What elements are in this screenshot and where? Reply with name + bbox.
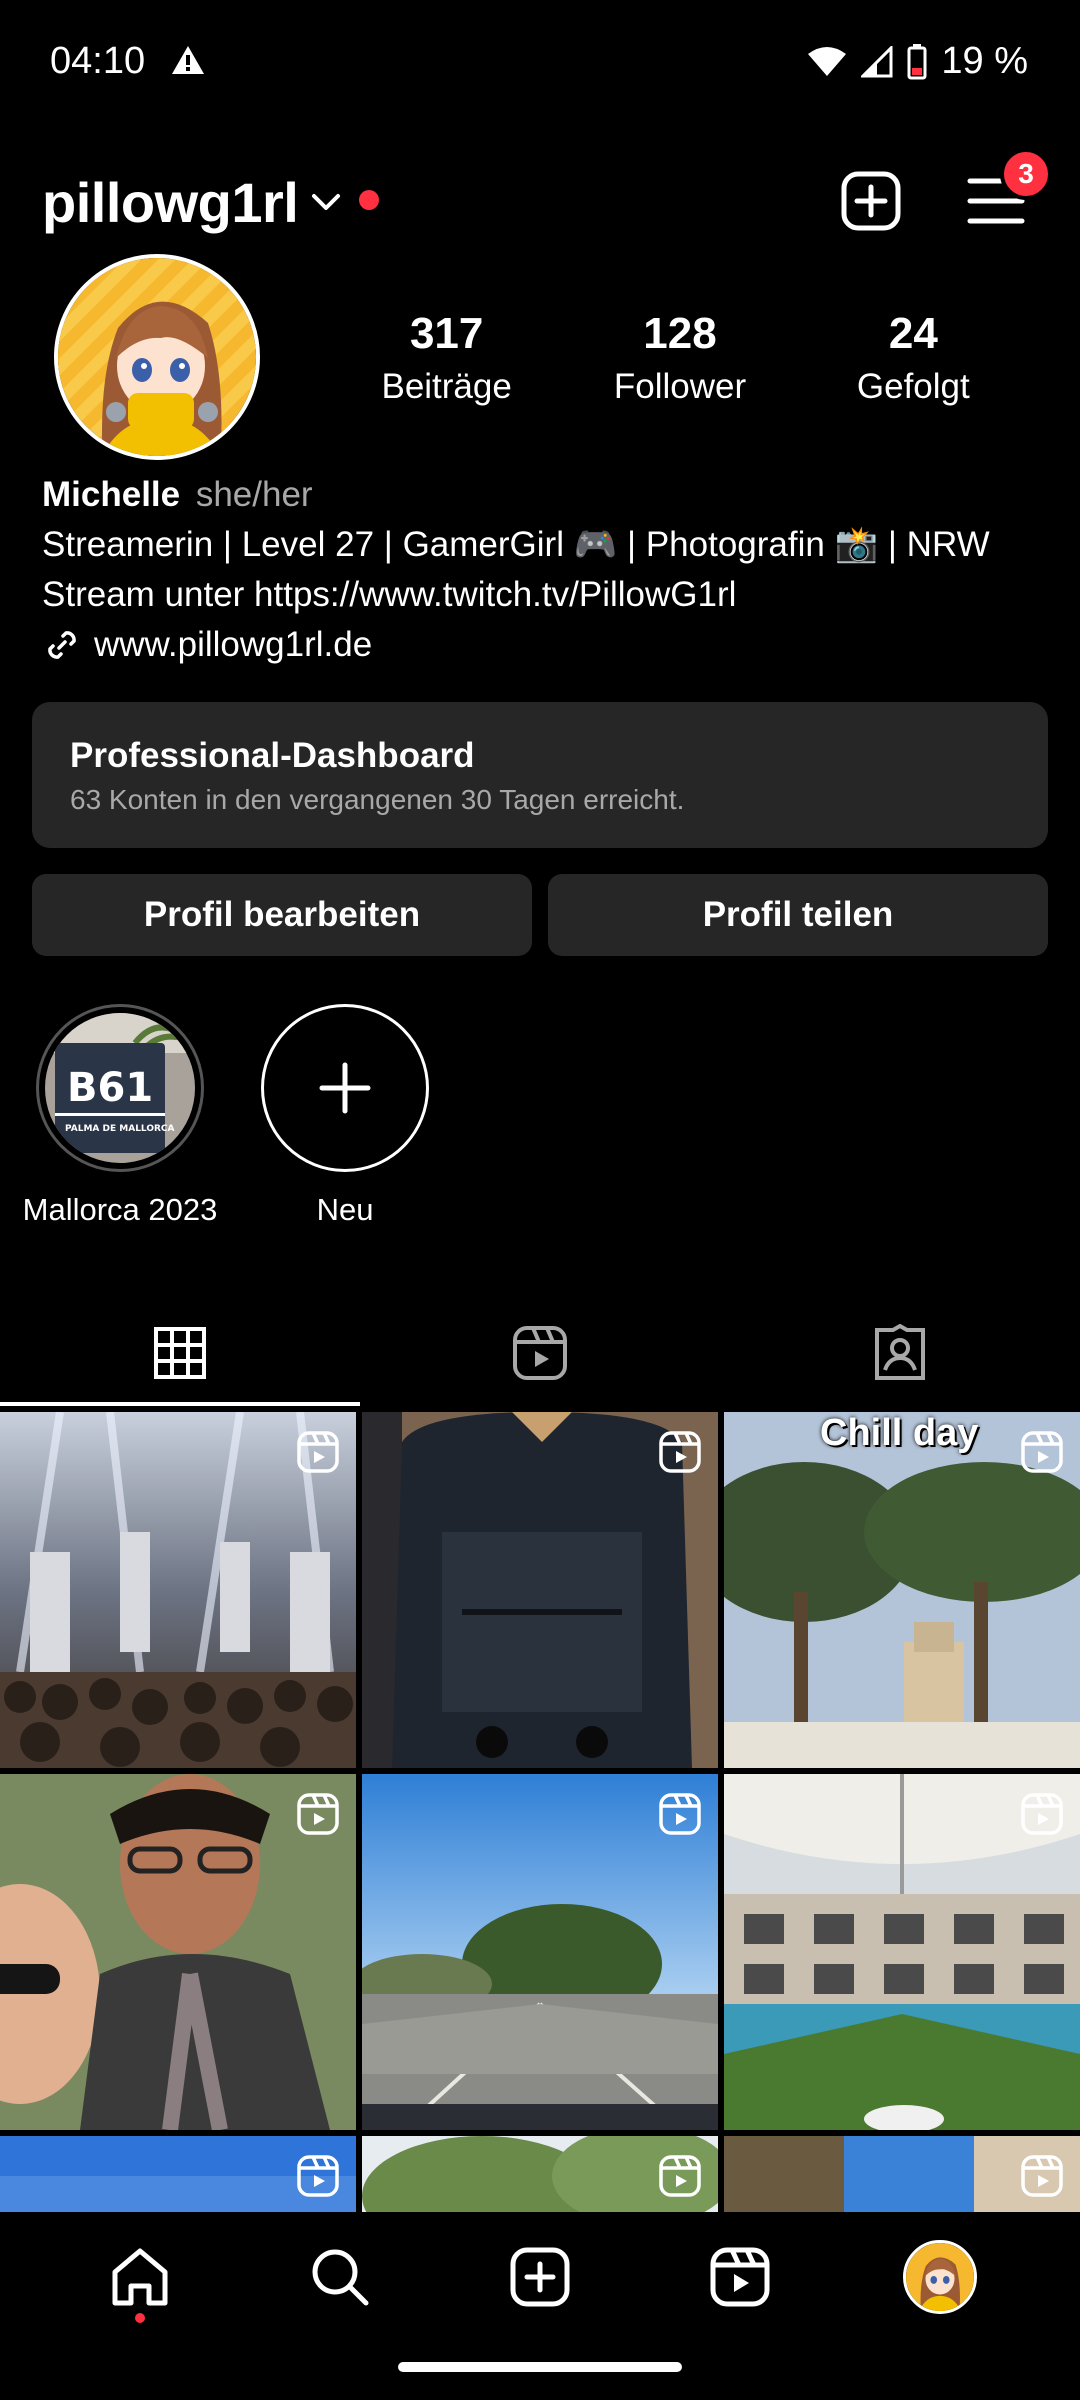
gesture-home-bar[interactable] [398,2362,682,2372]
reel-badge-icon [296,2154,340,2198]
reel-badge-icon [296,1430,340,1474]
bio-line-2[interactable]: Stream unter https://www.twitch.tv/Pillo… [42,570,1052,620]
create-button[interactable] [840,170,902,232]
reels-icon [511,1324,569,1382]
signal-icon [861,45,893,78]
highlight-mallorca[interactable]: B61 PALMA DE MALLORCA Mallorca 2023 [20,1004,220,1228]
reel-badge-icon [658,2154,702,2198]
wifi-icon [807,46,847,78]
battery-percent: 19 % [941,40,1028,82]
tab-posts[interactable] [0,1300,360,1406]
highlight-cover: B61 PALMA DE MALLORCA [36,1004,204,1172]
grid-post[interactable] [724,2136,1080,2212]
post-overlay-text: Chill day [820,1412,979,1454]
display-name: Michelle [42,475,181,514]
grid-icon [153,1326,207,1380]
nav-profile[interactable] [880,2227,1000,2327]
menu-badge: 3 [1000,148,1052,200]
reels-icon [709,2246,771,2308]
create-icon [509,2246,571,2308]
tab-reels[interactable] [360,1300,720,1406]
profile-avatar[interactable] [54,254,260,460]
status-bar: 04:10 19 % [0,0,1080,128]
search-icon [309,2246,371,2308]
profile-tabs [0,1300,1080,1406]
posts-grid: Chill day [0,1412,1080,2212]
grid-post[interactable] [362,1412,718,1768]
profile-actions: Profil bearbeiten Profil teilen [32,874,1048,956]
stat-following-label: Gefolgt [856,367,970,406]
profile-link[interactable]: www.pillowg1rl.de [42,620,1052,670]
home-icon [109,2246,171,2308]
bio-name-row: Michelle she/her [42,470,1052,520]
grid-post[interactable] [0,1412,356,1768]
grid-post[interactable] [362,2136,718,2212]
pronouns: she/her [195,475,313,514]
share-profile-button[interactable]: Profil teilen [548,874,1048,956]
warning-icon [170,44,206,76]
dashboard-title: Professional-Dashboard [70,736,475,775]
highlight-label: Neu [316,1192,374,1227]
profile-link-text: www.pillowg1rl.de [94,625,373,664]
nav-home[interactable] [80,2227,200,2327]
stat-posts[interactable]: 317 Beiträge [330,306,563,412]
tab-tagged[interactable] [720,1300,1080,1406]
highlight-label: Mallorca 2023 [22,1192,218,1227]
grid-post[interactable] [724,1774,1080,2130]
bio-line-1: Streamerin | Level 27 | GamerGirl 🎮 | Ph… [42,525,990,564]
plus-icon [261,1004,429,1172]
grid-post[interactable]: Chill day [724,1412,1080,1768]
reel-badge-icon [1020,1430,1064,1474]
new-highlight-button[interactable]: Neu [245,1004,445,1228]
grid-post[interactable] [362,1774,718,2130]
home-notification-dot [135,2313,145,2323]
profile-stats: 317 Beiträge 128 Follower 24 Gefolgt [330,306,1030,412]
username-switcher[interactable]: pillowg1rl [42,170,299,235]
profile-avatar [903,2240,977,2314]
reel-badge-icon [1020,1792,1064,1836]
status-icons: 19 % [807,40,1028,83]
stat-following-count: 24 [888,309,938,358]
dashboard-subtitle: 63 Konten in den vergangenen 30 Tagen er… [70,784,685,815]
link-icon [42,625,82,665]
stat-following[interactable]: 24 Gefolgt [797,306,1030,412]
notification-dot [359,190,379,210]
tagged-icon [871,1324,929,1382]
highlight-sign-caption: PALMA DE MALLORCA [65,1124,175,1134]
chevron-down-icon[interactable] [310,192,342,214]
edit-profile-button[interactable]: Profil bearbeiten [32,874,532,956]
nav-create[interactable] [480,2227,600,2327]
stat-followers[interactable]: 128 Follower [563,306,796,412]
grid-post[interactable] [0,1774,356,2130]
professional-dashboard[interactable]: Professional-Dashboard 63 Konten in den … [32,702,1048,848]
bottom-navigation [0,2212,1080,2342]
battery-icon [907,43,927,80]
reel-badge-icon [1020,2154,1064,2198]
status-time: 04:10 [50,40,146,82]
reel-badge-icon [296,1792,340,1836]
highlight-sign-number: B61 [67,1065,153,1111]
stat-followers-label: Follower [613,367,747,406]
stat-followers-count: 128 [643,309,717,358]
nav-reels[interactable] [680,2227,800,2327]
grid-post[interactable] [0,2136,356,2212]
stat-posts-count: 317 [409,309,484,358]
nav-search[interactable] [280,2227,400,2327]
profile-bio: Michelle she/her Streamerin | Level 27 |… [42,470,1052,670]
stat-posts-label: Beiträge [381,367,512,406]
reel-badge-icon [658,1792,702,1836]
reel-badge-icon [658,1430,702,1474]
